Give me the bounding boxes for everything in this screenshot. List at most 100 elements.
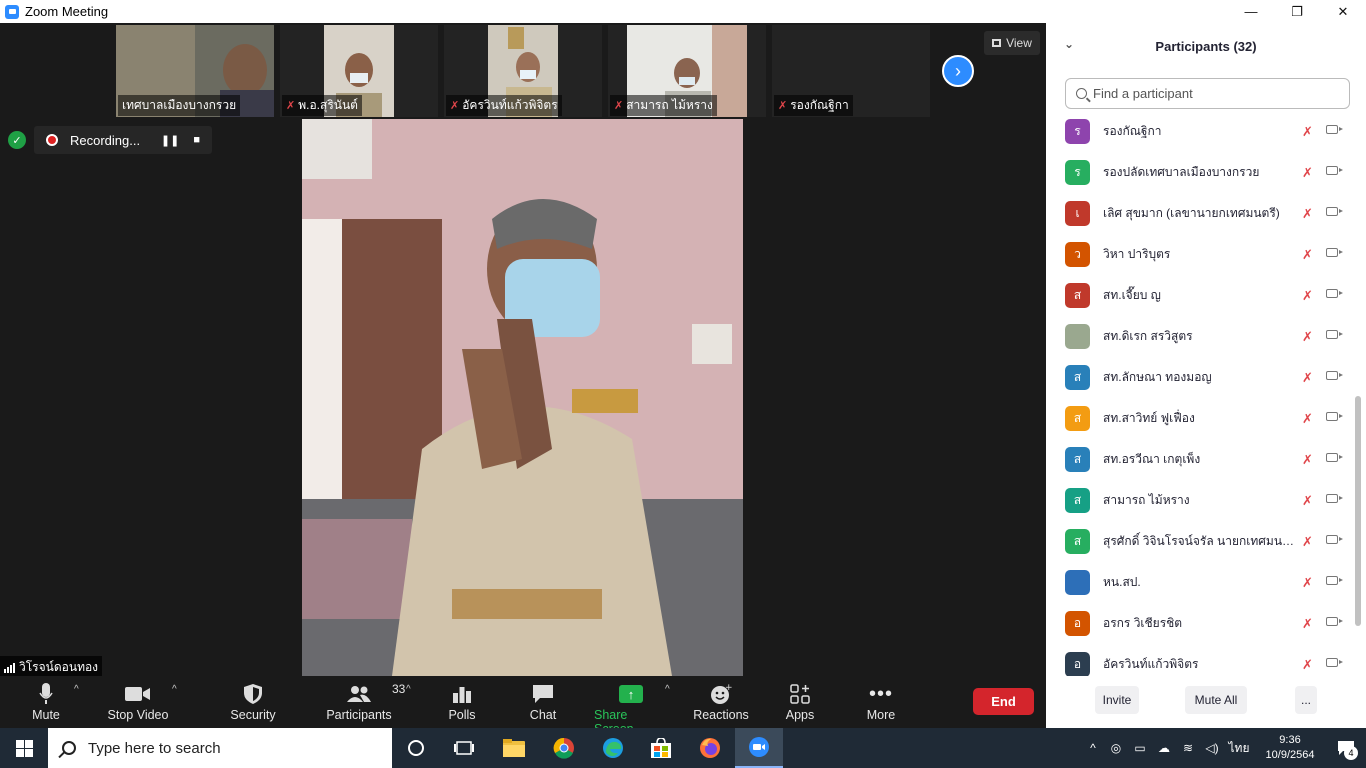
video-thumbnail[interactable]: ✗ อัครวินท์แก้วพิจิตร <box>444 25 602 117</box>
participants-options-chevron-up-icon[interactable]: ^ <box>406 684 411 695</box>
meet-now-icon[interactable]: ◎ <box>1104 741 1128 755</box>
onedrive-cloud-icon[interactable]: ☁ <box>1152 741 1176 755</box>
muted-mic-icon[interactable]: ✗ <box>1302 206 1313 222</box>
participant-row[interactable]: ส สท.สาวิทย์ ฟูเฟื่อง ✗ <box>1046 398 1354 439</box>
clock[interactable]: 9:36 10/9/2564 <box>1254 733 1326 763</box>
video-thumbnail[interactable]: เทศบาลเมืองบางกรวย <box>116 25 274 117</box>
video-camera-icon[interactable] <box>1326 289 1343 298</box>
task-view-button[interactable] <box>440 728 488 768</box>
minimize-button[interactable]: — <box>1228 0 1274 23</box>
participant-row[interactable]: ว วิหา ปาริบุตร ✗ <box>1046 234 1354 275</box>
volume-icon[interactable]: ◁) <box>1200 741 1224 755</box>
muted-mic-icon[interactable]: ✗ <box>1302 124 1313 140</box>
video-camera-icon[interactable] <box>1326 330 1343 339</box>
participant-row[interactable]: ส สุรศักดิ์ วิจินโรจน์จรัล นายกเทศมนตรี..… <box>1046 521 1354 562</box>
muted-mic-icon[interactable]: ✗ <box>1302 616 1313 632</box>
video-camera-icon[interactable] <box>1326 207 1343 216</box>
video-camera-icon[interactable] <box>1326 125 1343 134</box>
participants-button[interactable]: 33 Participants <box>326 680 405 722</box>
participant-row[interactable]: สท.ดิเรก สรวิสูตร ✗ <box>1046 316 1354 357</box>
more-button[interactable]: ••• More <box>864 680 898 723</box>
participant-row[interactable]: ร รองปลัดเทศบาลเมืองบางกรวย ✗ <box>1046 152 1354 193</box>
close-button[interactable]: ✕ <box>1320 0 1366 23</box>
video-camera-icon[interactable] <box>1326 371 1343 380</box>
apps-button[interactable]: Apps <box>784 680 816 722</box>
edge-taskbar-button[interactable] <box>589 728 637 768</box>
share-options-chevron-up-icon[interactable]: ^ <box>665 684 670 695</box>
maximize-button[interactable]: ❐ <box>1274 0 1320 23</box>
panel-more-button[interactable]: ... <box>1295 686 1317 714</box>
security-button[interactable]: Security <box>228 680 278 722</box>
muted-mic-icon[interactable]: ✗ <box>1302 534 1313 550</box>
participant-row[interactable]: ส สท.เจี๊ยบ ญ ✗ <box>1046 275 1354 316</box>
chat-button[interactable]: Chat <box>526 680 560 722</box>
zoom-taskbar-button[interactable] <box>735 728 783 768</box>
participant-row[interactable]: ร รองกัณฐิกา ✗ <box>1046 111 1354 152</box>
stop-recording-icon[interactable]: ■ <box>193 134 200 147</box>
participant-row[interactable]: ส สามารถ ไม้หราง ✗ <box>1046 480 1354 521</box>
video-camera-icon[interactable] <box>1326 412 1343 421</box>
muted-mic-icon[interactable]: ✗ <box>1302 165 1313 181</box>
invite-button[interactable]: Invite <box>1095 686 1139 714</box>
muted-mic-icon[interactable]: ✗ <box>1302 329 1313 345</box>
video-thumbnail[interactable]: ✗ สามารถ ไม้หราง <box>608 25 766 117</box>
firefox-taskbar-button[interactable] <box>686 728 734 768</box>
video-camera-icon[interactable] <box>1326 453 1343 462</box>
participant-avatar <box>1065 570 1090 595</box>
video-camera-icon[interactable] <box>1326 248 1343 257</box>
participant-row[interactable]: อ อรกร วิเชียรชิต ✗ <box>1046 603 1354 644</box>
chrome-taskbar-button[interactable] <box>540 728 588 768</box>
collapse-panel-chevron-icon[interactable]: ⌄ <box>1064 37 1074 51</box>
video-camera-icon[interactable] <box>1326 166 1343 175</box>
next-page-arrow-icon[interactable]: › <box>942 55 974 87</box>
action-center-button[interactable]: 4 <box>1326 728 1366 768</box>
video-camera-icon[interactable] <box>1326 576 1343 585</box>
file-explorer-taskbar-button[interactable] <box>490 728 538 768</box>
muted-mic-icon[interactable]: ✗ <box>1302 493 1313 509</box>
muted-mic-icon: ✗ <box>450 100 460 112</box>
video-thumbnail[interactable]: ✗ รองกัณฐิกา <box>772 25 930 117</box>
video-thumbnail[interactable]: ✗ พ.อ.สุรินันต์ <box>280 25 438 117</box>
windows-start-button[interactable] <box>0 728 48 768</box>
participant-row[interactable]: หน.สป. ✗ <box>1046 562 1354 603</box>
participant-list-scrollbar[interactable] <box>1355 121 1361 676</box>
input-language[interactable]: ไทย <box>1224 739 1254 758</box>
participant-row[interactable]: ส สท.ลักษณา ทองมอญ ✗ <box>1046 357 1354 398</box>
participant-name: สุรศักดิ์ วิจินโรจน์จรัล นายกเทศมนตรี... <box>1103 534 1299 548</box>
encryption-shield-icon[interactable]: ✓ <box>8 131 26 149</box>
muted-mic-icon[interactable]: ✗ <box>1302 411 1313 427</box>
audio-options-chevron-up-icon[interactable]: ^ <box>74 684 79 695</box>
participant-row[interactable]: ส สท.อรวีณา เกตุเพ็ง ✗ <box>1046 439 1354 480</box>
polls-button[interactable]: Polls <box>446 680 478 722</box>
muted-mic-icon[interactable]: ✗ <box>1302 452 1313 468</box>
mute-all-button[interactable]: Mute All <box>1185 686 1247 714</box>
muted-mic-icon[interactable]: ✗ <box>1302 247 1313 263</box>
video-camera-icon[interactable] <box>1326 535 1343 544</box>
muted-mic-icon[interactable]: ✗ <box>1302 575 1313 591</box>
taskbar-search-box[interactable]: Type here to search <box>48 728 392 768</box>
muted-mic-icon[interactable]: ✗ <box>1302 288 1313 304</box>
recording-indicator: Recording... ❚❚ ■ <box>34 126 212 154</box>
network-wifi-icon[interactable]: ≋ <box>1176 741 1200 755</box>
store-taskbar-button[interactable] <box>637 728 685 768</box>
mute-button[interactable]: Mute <box>28 680 64 722</box>
video-options-chevron-up-icon[interactable]: ^ <box>172 684 177 695</box>
video-camera-icon[interactable] <box>1326 617 1343 626</box>
participant-search-box[interactable] <box>1065 78 1350 109</box>
stop-video-button[interactable]: Stop Video <box>106 680 170 722</box>
participant-row[interactable]: อ อัครวินท์แก้วพิจิตร ✗ <box>1046 644 1354 676</box>
pause-recording-icon[interactable]: ❚❚ <box>161 134 179 147</box>
battery-icon[interactable]: ▭ <box>1128 741 1152 755</box>
view-button[interactable]: View <box>984 31 1040 55</box>
muted-mic-icon[interactable]: ✗ <box>1302 657 1313 673</box>
participant-search-input[interactable] <box>1093 86 1333 101</box>
end-meeting-button[interactable]: End <box>973 688 1034 715</box>
video-camera-icon[interactable] <box>1326 494 1343 503</box>
cortana-button[interactable] <box>392 728 440 768</box>
polls-bar-chart-icon <box>453 687 471 703</box>
participant-row[interactable]: เ เลิศ สุขมาก (เลขานายกเทศมนตรี) ✗ <box>1046 193 1354 234</box>
reactions-button[interactable]: + Reactions <box>692 680 750 722</box>
show-hidden-icons-chevron-icon[interactable]: ^ <box>1082 741 1104 755</box>
video-camera-icon[interactable] <box>1326 658 1343 667</box>
muted-mic-icon[interactable]: ✗ <box>1302 370 1313 386</box>
